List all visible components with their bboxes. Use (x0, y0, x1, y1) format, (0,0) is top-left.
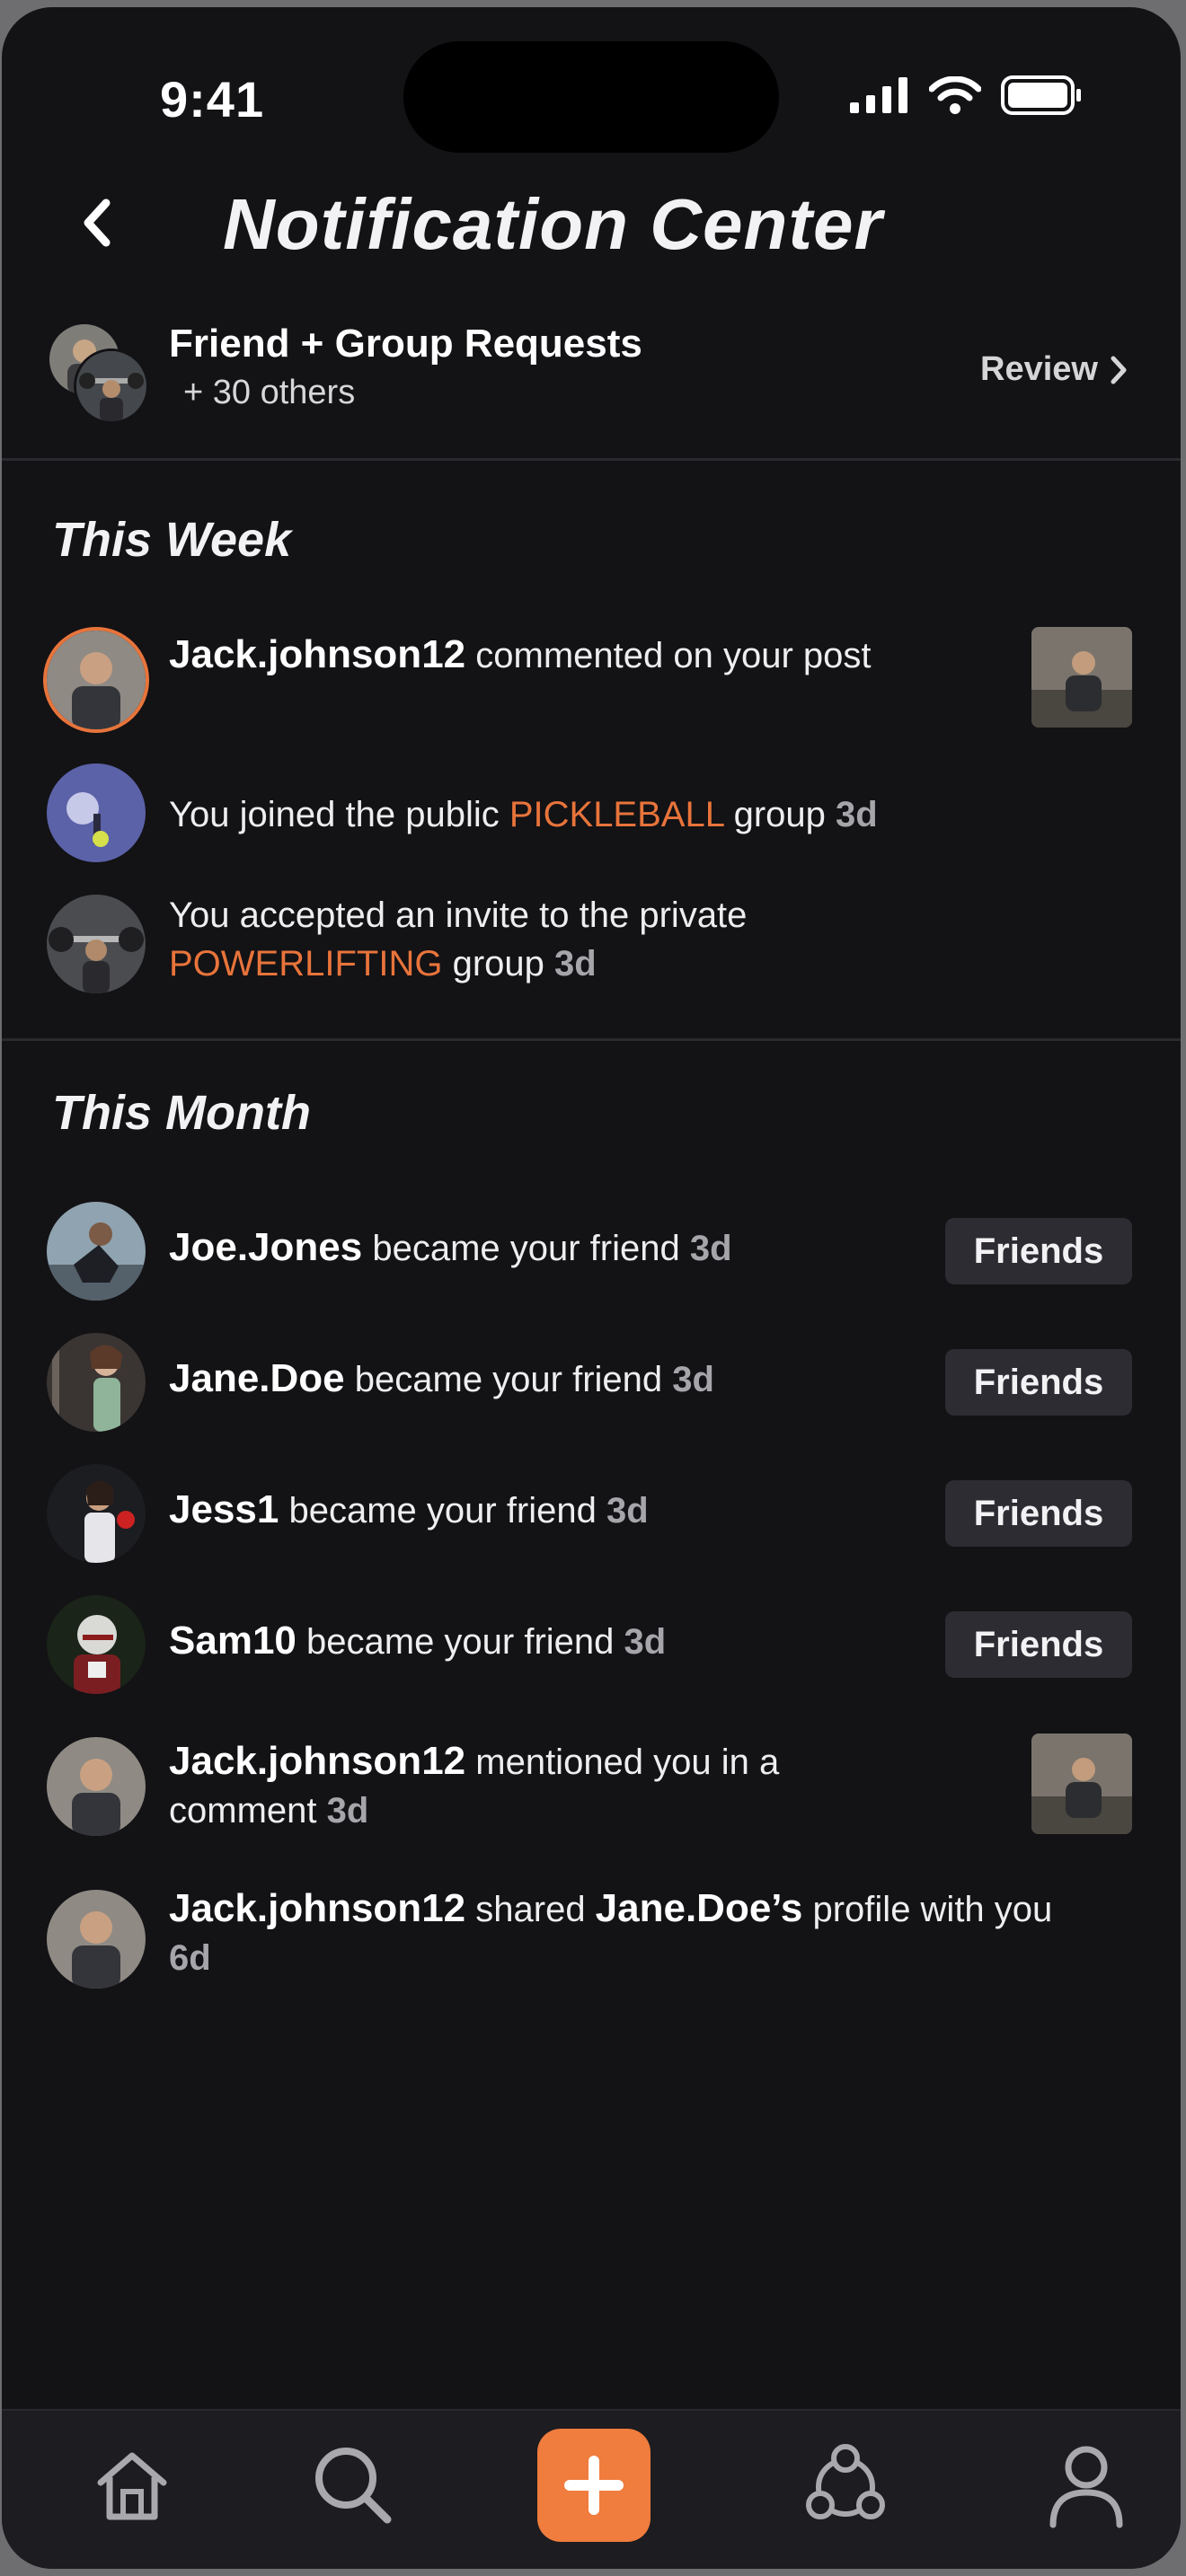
divider (2, 1038, 1181, 1041)
username[interactable]: Jack.johnson12 (169, 1886, 465, 1930)
avatar (47, 1464, 146, 1563)
tab-groups[interactable] (796, 2436, 895, 2535)
notification-row[interactable]: Jack.johnson12 mentioned you in a commen… (2, 1734, 1181, 1850)
search-icon (315, 2448, 392, 2524)
profile-icon (1049, 2446, 1123, 2528)
friend-group-requests-row[interactable]: Friend + Group Requests + 30 others Revi… (2, 304, 1181, 456)
header: Notification Center (2, 169, 1181, 277)
chevron-right-icon (1111, 356, 1127, 384)
avatar (47, 1202, 146, 1301)
friends-button[interactable]: Friends (945, 1480, 1132, 1547)
username[interactable]: Jess1 (169, 1487, 279, 1531)
wifi-icon (929, 76, 981, 114)
tab-home[interactable] (83, 2436, 181, 2535)
avatar (47, 1890, 146, 1989)
section-title-this-week: This Week (52, 513, 292, 567)
notification-row[interactable]: Joe.Jones became your friend 3d Friends (2, 1198, 1181, 1306)
notification-row[interactable]: Jack.johnson12 commented on your post (2, 627, 1181, 744)
avatar (47, 1333, 146, 1432)
review-button[interactable]: Review (980, 350, 1128, 389)
requests-subtitle: + 30 others (183, 374, 356, 411)
group-link[interactable]: PICKLEBALL (509, 795, 724, 834)
notification-text: Joe.Jones became your friend 3d (169, 1225, 732, 1269)
notification-text: Jess1 became your friend 3d (169, 1487, 649, 1531)
avatar (47, 631, 146, 729)
status-time: 9:41 (160, 71, 265, 128)
avatar (74, 348, 149, 424)
cellular-signal-icon (850, 77, 907, 113)
divider (2, 458, 1181, 461)
notification-text: Sam10 became your friend 3d (169, 1619, 667, 1663)
powerlifting-group-avatar (47, 895, 146, 993)
friends-button[interactable]: Friends (945, 1611, 1132, 1678)
notification-row[interactable]: You accepted an invite to the private PO… (2, 887, 1181, 1004)
post-thumbnail[interactable] (1031, 627, 1132, 728)
tab-create[interactable] (537, 2429, 651, 2542)
username[interactable]: Jack.johnson12 (169, 1739, 465, 1783)
notification-text: Jack.johnson12 shared Jane.Doe’s profile… (169, 1886, 1053, 1978)
notification-text: Jack.johnson12 commented on your post (169, 632, 872, 676)
notification-row[interactable]: You joined the public PICKLEBALL group 3… (2, 758, 1181, 866)
phone-screen: 9:41 Notification Center Friend + Group … (2, 7, 1181, 2569)
status-bar: 9:41 (2, 7, 1181, 153)
notification-text: Jane.Doe became your friend 3d (169, 1356, 714, 1400)
battery-icon (1001, 75, 1081, 115)
group-link[interactable]: POWERLIFTING (169, 944, 442, 984)
request-avatars (47, 322, 149, 424)
notification-row[interactable]: Jess1 became your friend 3d Friends (2, 1460, 1181, 1568)
tab-search[interactable] (304, 2436, 403, 2535)
back-button[interactable] (70, 187, 124, 259)
status-icons (850, 75, 1082, 115)
groups-icon (806, 2444, 885, 2519)
page-title: Notification Center (223, 184, 883, 264)
username[interactable]: Sam10 (169, 1619, 296, 1663)
notification-row[interactable]: Sam10 became your friend 3d Friends (2, 1592, 1181, 1699)
dynamic-island (403, 41, 779, 153)
tab-profile[interactable] (1037, 2436, 1136, 2535)
review-label: Review (980, 350, 1098, 388)
username[interactable]: Jane.Doe (169, 1356, 345, 1400)
home-icon (97, 2452, 167, 2520)
notification-text: You accepted an invite to the private PO… (169, 895, 748, 984)
comment-thumbnail[interactable] (1031, 1734, 1132, 1834)
notification-text: Jack.johnson12 mentioned you in a commen… (169, 1739, 780, 1831)
notification-row[interactable]: Jack.johnson12 shared Jane.Doe’s profile… (2, 1881, 1181, 1998)
tab-bar (2, 2409, 1181, 2569)
username[interactable]: Jack.johnson12 (169, 632, 465, 676)
avatar (47, 1595, 146, 1694)
username[interactable]: Jane.Doe’s (596, 1886, 803, 1930)
notification-text: You joined the public PICKLEBALL group 3… (169, 795, 878, 834)
section-title-this-month: This Month (52, 1086, 311, 1140)
plus-icon (564, 2456, 624, 2515)
requests-title: Friend + Group Requests (169, 322, 642, 366)
avatar (47, 1737, 146, 1836)
friends-button[interactable]: Friends (945, 1218, 1132, 1284)
pickleball-group-avatar (47, 763, 146, 862)
friends-button[interactable]: Friends (945, 1349, 1132, 1416)
username[interactable]: Joe.Jones (169, 1225, 362, 1269)
notification-row[interactable]: Jane.Doe became your friend 3d Friends (2, 1329, 1181, 1437)
chevron-left-icon (84, 198, 111, 247)
